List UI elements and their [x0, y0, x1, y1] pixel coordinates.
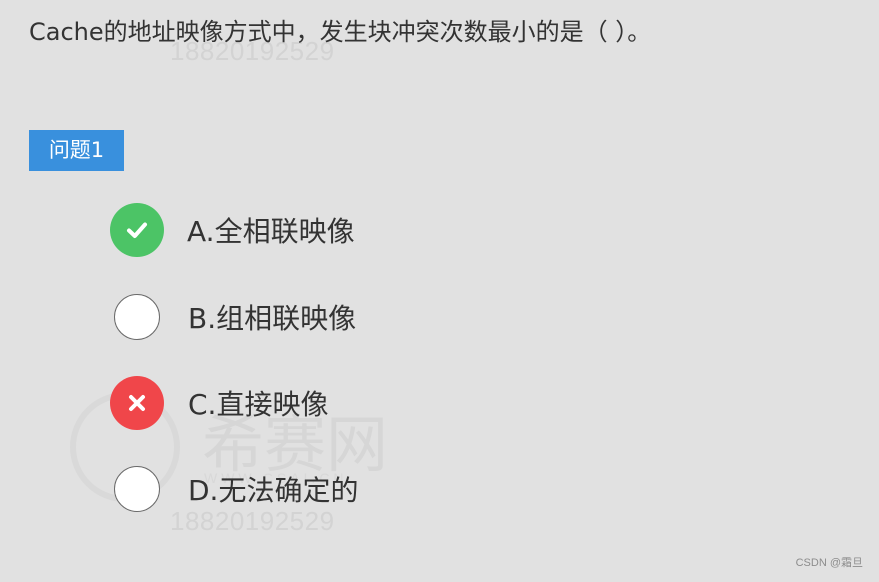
radio-circle-icon	[114, 466, 160, 512]
option-b[interactable]: B.组相联映像	[110, 290, 356, 344]
radio-circle-icon	[114, 294, 160, 340]
option-a[interactable]: A.全相联映像	[110, 203, 355, 257]
question-tag: 问题1	[29, 130, 124, 171]
option-c-label: C.直接映像	[188, 388, 329, 421]
option-a-marker[interactable]	[110, 203, 164, 257]
option-d-label: D.无法确定的	[188, 474, 359, 507]
option-d-marker[interactable]	[110, 462, 164, 516]
option-b-label: B.组相联映像	[188, 302, 357, 335]
option-d[interactable]: D.无法确定的	[110, 462, 358, 516]
option-a-label: A.全相联映像	[187, 215, 355, 248]
option-b-marker[interactable]	[110, 290, 164, 344]
cross-icon	[129, 395, 145, 411]
option-c-marker[interactable]	[110, 376, 164, 430]
check-icon	[127, 222, 147, 238]
check-circle-icon	[110, 203, 164, 257]
cross-circle-icon	[110, 376, 164, 430]
option-c[interactable]: C.直接映像	[110, 376, 328, 430]
footer-credit: CSDN @霜旦	[795, 557, 863, 569]
question-text: Cache的地址映像方式中，发生块冲突次数最小的是（ ）。	[29, 18, 652, 46]
